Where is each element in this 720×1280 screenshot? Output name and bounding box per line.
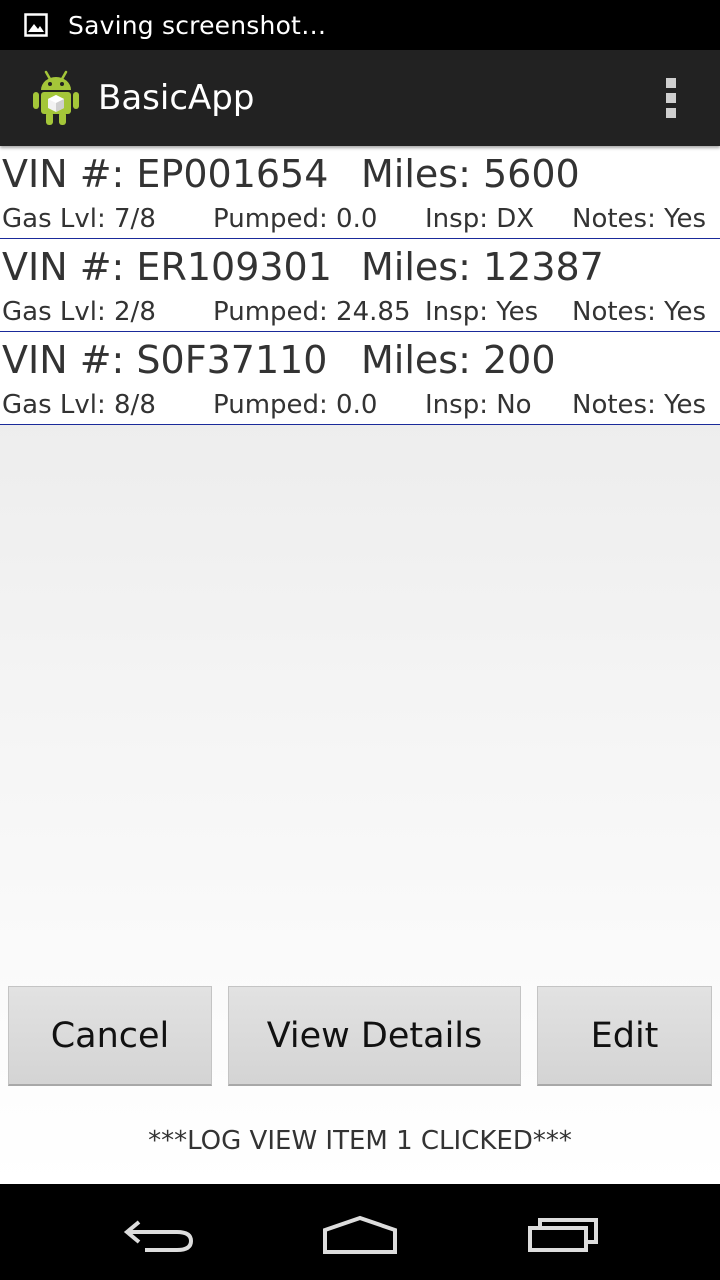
gas-level-label: Gas Lvl: 2/8: [2, 297, 156, 327]
miles-label: Miles: 12387: [361, 245, 604, 289]
log-message: ***LOG VIEW ITEM 1 CLICKED***: [148, 1126, 572, 1156]
gas-level-label: Gas Lvl: 7/8: [2, 204, 156, 234]
gas-level-label: Gas Lvl: 8/8: [2, 390, 156, 420]
notes-label: Notes: Yes: [572, 390, 707, 420]
status-text: Saving screenshot…: [68, 10, 327, 40]
recents-icon[interactable]: [508, 1204, 618, 1264]
list-item[interactable]: VIN #: ER109301 Miles: 12387 Gas Lvl: 2/…: [0, 239, 720, 332]
vin-label: VIN #: ER109301: [2, 245, 332, 289]
cancel-button[interactable]: Cancel: [8, 986, 212, 1086]
action-bar: BasicApp: [0, 50, 720, 146]
list-item[interactable]: VIN #: S0F37110 Miles: 200 Gas Lvl: 8/8 …: [0, 332, 720, 425]
view-details-button[interactable]: View Details: [228, 986, 521, 1086]
pumped-label: Pumped: 0.0: [213, 204, 378, 234]
status-bar: Saving screenshot…: [0, 0, 720, 50]
notes-label: Notes: Yes: [572, 204, 707, 234]
miles-label: Miles: 200: [361, 338, 556, 382]
app-title: BasicApp: [98, 78, 255, 118]
home-icon[interactable]: [305, 1204, 415, 1264]
image-icon: [24, 13, 48, 37]
vin-label: VIN #: S0F37110: [2, 338, 328, 382]
notes-label: Notes: Yes: [572, 297, 707, 327]
navigation-bar: [0, 1184, 720, 1280]
edit-button[interactable]: Edit: [537, 986, 712, 1086]
inspection-label: Insp: DX: [425, 204, 535, 234]
overflow-menu-icon[interactable]: [666, 78, 678, 118]
list-item[interactable]: VIN #: EP001654 Miles: 5600 Gas Lvl: 7/8…: [0, 146, 720, 239]
pumped-label: Pumped: 0.0: [213, 390, 378, 420]
pumped-label: Pumped: 24.85: [213, 297, 411, 327]
miles-label: Miles: 5600: [361, 152, 580, 196]
vehicle-list: VIN #: EP001654 Miles: 5600 Gas Lvl: 7/8…: [0, 146, 720, 425]
vin-label: VIN #: EP001654: [2, 152, 329, 196]
content-area: VIN #: EP001654 Miles: 5600 Gas Lvl: 7/8…: [0, 146, 720, 1184]
inspection-label: Insp: Yes: [425, 297, 539, 327]
android-robot-icon: [33, 70, 79, 125]
back-icon[interactable]: [105, 1204, 215, 1264]
inspection-label: Insp: No: [425, 390, 532, 420]
